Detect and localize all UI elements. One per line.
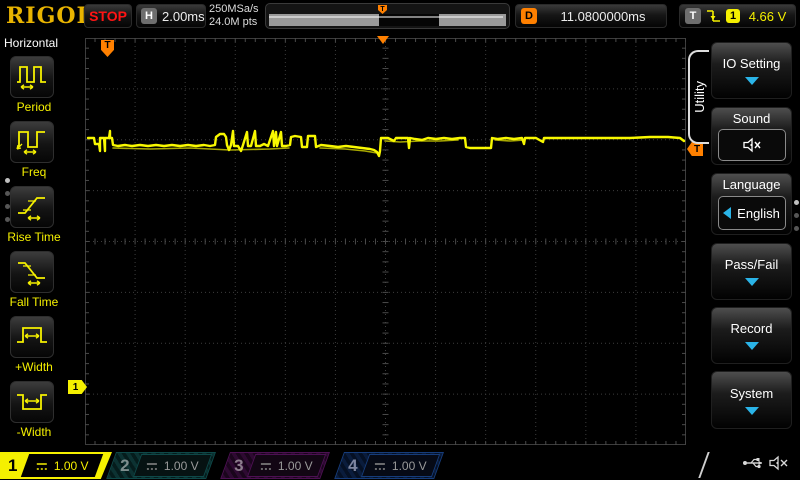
channel-4-scale: 1.00 V <box>393 459 428 473</box>
acquisition-info: 250MSa/s 24.0M pts <box>209 3 259 29</box>
measure-plus-width-label: +Width <box>0 360 68 374</box>
run-state-label: STOP <box>89 8 127 24</box>
run-state-button[interactable]: STOP <box>84 4 132 28</box>
measure-period-label: Period <box>0 100 68 114</box>
channel-4-status[interactable]: 4 1.00 V <box>334 452 444 479</box>
plus-width-icon <box>15 322 49 352</box>
menu-sound-button[interactable]: Sound <box>711 107 792 165</box>
measure-rise-time-label: Rise Time <box>0 230 68 244</box>
right-menu-page-dots <box>794 200 799 239</box>
status-area-divider <box>698 452 709 478</box>
language-selector[interactable]: English <box>718 196 786 230</box>
delay-value: 11.0800000ms <box>545 9 661 24</box>
channel-3-status[interactable]: 3 1.00 V <box>220 452 330 479</box>
chevron-left-icon <box>723 207 731 219</box>
timebase-value: 2.00ms <box>162 9 205 24</box>
chevron-down-icon <box>745 77 759 85</box>
measure-minus-width-label: -Width <box>0 425 68 439</box>
channel-2-status[interactable]: 2 1.00 V <box>106 452 216 479</box>
measure-rise-time-button[interactable] <box>10 186 54 228</box>
freq-icon <box>15 127 49 157</box>
menu-system-button[interactable]: System <box>711 371 792 429</box>
chevron-down-icon <box>745 342 759 350</box>
speaker-muted-icon <box>768 455 790 476</box>
minus-width-icon <box>15 387 49 417</box>
memory-depth: 24.0M pts <box>209 16 259 29</box>
speaker-muted-icon <box>742 137 762 153</box>
waveform-trace <box>113 148 289 150</box>
channel-1-scale: 1.00 V <box>54 459 89 473</box>
measure-period-button[interactable] <box>10 56 54 98</box>
coupling-dc-icon <box>147 461 159 470</box>
h-badge: H <box>141 8 157 24</box>
coupling-dc-icon <box>36 461 48 470</box>
measure-freq-label: Freq <box>0 165 68 179</box>
preview-waveform: T <box>266 4 509 28</box>
graticule <box>85 38 686 445</box>
left-sidebar-title: Horizontal <box>4 36 58 50</box>
trigger-level-marker[interactable]: T <box>687 142 703 156</box>
trigger-info-button[interactable]: T 1 4.66 V <box>679 4 796 28</box>
left-menu-page-dots <box>5 178 10 230</box>
horizontal-center-marker <box>377 36 389 44</box>
trigger-badge: T <box>685 8 701 24</box>
utility-menu-tab: Utility <box>688 50 709 144</box>
sample-rate: 250MSa/s <box>209 3 259 16</box>
measure-fall-time-label: Fall Time <box>0 295 68 309</box>
channel-3-scale: 1.00 V <box>279 459 314 473</box>
svg-text:T: T <box>380 6 385 13</box>
falling-edge-icon <box>706 8 721 24</box>
menu-io-setting-button[interactable]: IO Setting <box>711 42 792 99</box>
measure-fall-time-button[interactable] <box>10 251 54 293</box>
oscilloscope-screen: RIGOL STOP H 2.00ms 250MSa/s 24.0M pts T… <box>0 0 800 480</box>
fall-time-icon <box>15 257 49 287</box>
menu-record-button[interactable]: Record <box>711 307 792 364</box>
rigol-logo: RIGOL <box>6 3 93 29</box>
coupling-dc-icon <box>375 461 387 470</box>
usb-icon <box>742 455 766 476</box>
trigger-level-value: 4.66 V <box>745 9 790 24</box>
chevron-down-icon <box>745 278 759 286</box>
channel-2-scale: 1.00 V <box>165 459 200 473</box>
measure-freq-button[interactable] <box>10 121 54 163</box>
trigger-delay-button[interactable]: D 11.0800000ms <box>515 4 667 28</box>
rise-time-icon <box>15 192 49 222</box>
chevron-down-icon <box>745 407 759 415</box>
menu-pass-fail-button[interactable]: Pass/Fail <box>711 243 792 300</box>
horizontal-timebase-button[interactable]: H 2.00ms <box>136 4 206 28</box>
measure-minus-width-button[interactable] <box>10 381 54 423</box>
delay-badge: D <box>521 8 537 24</box>
measure-plus-width-button[interactable] <box>10 316 54 358</box>
menu-language-button[interactable]: Language English <box>711 173 792 235</box>
language-value: English <box>737 206 780 221</box>
channel-1-status[interactable]: 1 1.00 V <box>0 452 112 479</box>
period-icon <box>15 62 49 92</box>
sound-toggle[interactable] <box>718 129 786 161</box>
coupling-dc-icon <box>261 461 273 470</box>
trigger-source-badge: 1 <box>726 9 740 23</box>
waveform-preview-bar[interactable]: T <box>265 3 510 29</box>
